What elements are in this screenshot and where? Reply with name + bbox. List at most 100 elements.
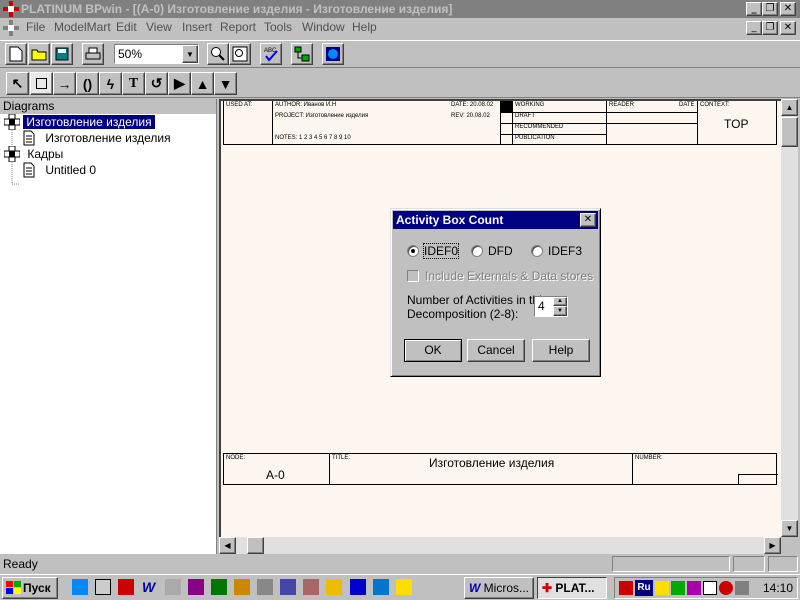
tray-icon-5[interactable]	[703, 581, 717, 595]
language-indicator[interactable]: Ru	[635, 580, 653, 596]
radio-idef0[interactable]	[407, 245, 419, 257]
menu-modelmart[interactable]: ModelMart	[54, 20, 111, 34]
excel-icon[interactable]	[211, 579, 227, 595]
outlook-icon[interactable]	[118, 579, 134, 595]
cancel-button[interactable]: Cancel	[467, 339, 525, 362]
open-button[interactable]	[28, 43, 50, 65]
close-button[interactable]: ✕	[780, 2, 796, 16]
notepad-icon[interactable]	[396, 579, 412, 595]
doc-restore-button[interactable]: ❐	[762, 21, 778, 35]
scroll-up-icon[interactable]: ▲	[781, 99, 798, 116]
menu-window[interactable]: Window	[302, 20, 345, 34]
menu-edit[interactable]: Edit	[116, 20, 137, 34]
new-button[interactable]	[5, 43, 27, 65]
books-icon[interactable]	[350, 579, 366, 595]
tree-item-untitled[interactable]: Untitled 0	[22, 162, 96, 178]
word-icon[interactable]: W	[142, 579, 158, 595]
app-icon-4[interactable]	[373, 579, 389, 595]
zoom-in-button[interactable]	[207, 43, 229, 65]
vertical-scrollbar[interactable]: ▲ ▼	[781, 99, 798, 537]
radio-dfd[interactable]	[471, 245, 483, 257]
dialog-title-bar[interactable]: Activity Box Count ✕	[393, 211, 598, 229]
box-tool[interactable]	[30, 72, 53, 95]
zoom-select[interactable]: 50% ▼	[114, 44, 199, 64]
menu-help[interactable]: Help	[352, 20, 377, 34]
chevron-down-icon[interactable]: ▼	[182, 45, 198, 63]
title-bar[interactable]: PLATINUM BPwin - [(A-0) Изготовление изд…	[0, 0, 800, 18]
app-icon[interactable]	[3, 1, 19, 17]
horizontal-scroll-thumb[interactable]	[247, 537, 264, 554]
doc-close-button[interactable]: ✕	[780, 21, 796, 35]
tool-icon[interactable]	[257, 579, 273, 595]
menu-insert[interactable]: Insert	[182, 20, 212, 34]
radio-idef3-label[interactable]: IDEF3	[548, 244, 582, 258]
menu-tools[interactable]: Tools	[264, 20, 292, 34]
task-bpwin[interactable]: ✚ PLAT...	[537, 577, 607, 599]
spell-check-button[interactable]: ABC	[260, 43, 282, 65]
task-word[interactable]: W Micros...	[464, 577, 534, 599]
radio-idef3[interactable]	[531, 245, 543, 257]
tray-icon-3[interactable]	[671, 581, 685, 595]
spin-up-icon[interactable]: ▲	[553, 297, 567, 306]
status-working: WORKING	[515, 102, 545, 108]
radio-dfd-label[interactable]: DFD	[488, 244, 513, 258]
spin-down-icon[interactable]: ▼	[553, 306, 567, 316]
menu-report[interactable]: Report	[220, 20, 256, 34]
scroll-down-icon[interactable]: ▼	[781, 520, 798, 537]
tray-icon-1[interactable]	[619, 581, 633, 595]
tree-item-diagram[interactable]: Изготовление изделия	[22, 130, 171, 146]
powerpoint-icon[interactable]	[234, 579, 250, 595]
radio-idef0-label[interactable]: IDEF0	[422, 243, 460, 259]
vertical-scroll-thumb[interactable]	[781, 117, 798, 147]
scroll-left-icon[interactable]: ◀	[219, 537, 236, 554]
modelmart-button[interactable]	[322, 43, 344, 65]
rev-label: REV: 20.08.02	[451, 113, 490, 119]
ok-button[interactable]: OK	[404, 339, 462, 362]
start-button[interactable]: Пуск	[2, 577, 58, 599]
document-icon[interactable]	[3, 20, 19, 36]
down-level-tool[interactable]: ▼	[214, 72, 237, 95]
tree-item-model[interactable]: Изготовление изделия	[3, 113, 155, 131]
dialog-close-icon[interactable]: ✕	[580, 213, 596, 227]
ie-icon[interactable]	[72, 579, 88, 595]
minimize-button[interactable]: _	[746, 2, 762, 16]
menu-view[interactable]: View	[146, 20, 172, 34]
print-button[interactable]	[82, 43, 104, 65]
include-externals-checkbox[interactable]	[407, 270, 419, 282]
play-right-icon: ▶	[174, 75, 185, 91]
doc-minimize-button[interactable]: _	[746, 21, 762, 35]
model-explorer-button[interactable]	[291, 43, 313, 65]
rotate-tool[interactable]: ↺	[145, 72, 168, 95]
desktop-icon[interactable]	[95, 579, 111, 595]
app-icon-2[interactable]	[303, 579, 319, 595]
program-icon[interactable]	[165, 579, 181, 595]
next-level-tool[interactable]: ▶	[168, 72, 191, 95]
text-tool[interactable]: T	[122, 72, 145, 95]
horizontal-scrollbar[interactable]: ◀ ▶	[219, 537, 781, 554]
lightning-tool[interactable]: ϟ	[99, 72, 122, 95]
tree-item-kadry[interactable]: Кадры	[3, 145, 63, 163]
start-label: Пуск	[23, 581, 51, 595]
squiggle-tool[interactable]: ()	[76, 72, 99, 95]
speaker-icon[interactable]	[735, 581, 749, 595]
tray-icon-4[interactable]	[687, 581, 701, 595]
arrow-tool[interactable]: →	[53, 72, 76, 95]
scroll-right-icon[interactable]: ▶	[764, 537, 781, 554]
save-button[interactable]	[51, 43, 73, 65]
up-level-tool[interactable]: ▲	[191, 72, 214, 95]
square-icon	[36, 78, 47, 89]
tray-icon-6[interactable]	[719, 581, 733, 595]
pointer-tool[interactable]: ↖	[6, 72, 29, 95]
tray-icon-2[interactable]	[655, 581, 669, 595]
system-tray: Ru 14:10	[614, 577, 798, 599]
app-icon-3[interactable]	[326, 579, 342, 595]
help-button[interactable]: Help	[532, 339, 590, 362]
activity-count-spinner[interactable]: 4 ▲ ▼	[534, 296, 568, 317]
access-icon[interactable]	[188, 579, 204, 595]
zoom-out-button[interactable]	[229, 43, 251, 65]
status-bar: Ready	[0, 555, 800, 573]
chart-icon[interactable]	[280, 579, 296, 595]
clock[interactable]: 14:10	[763, 581, 793, 595]
menu-file[interactable]: File	[26, 20, 45, 34]
restore-button[interactable]: ❐	[762, 2, 778, 16]
